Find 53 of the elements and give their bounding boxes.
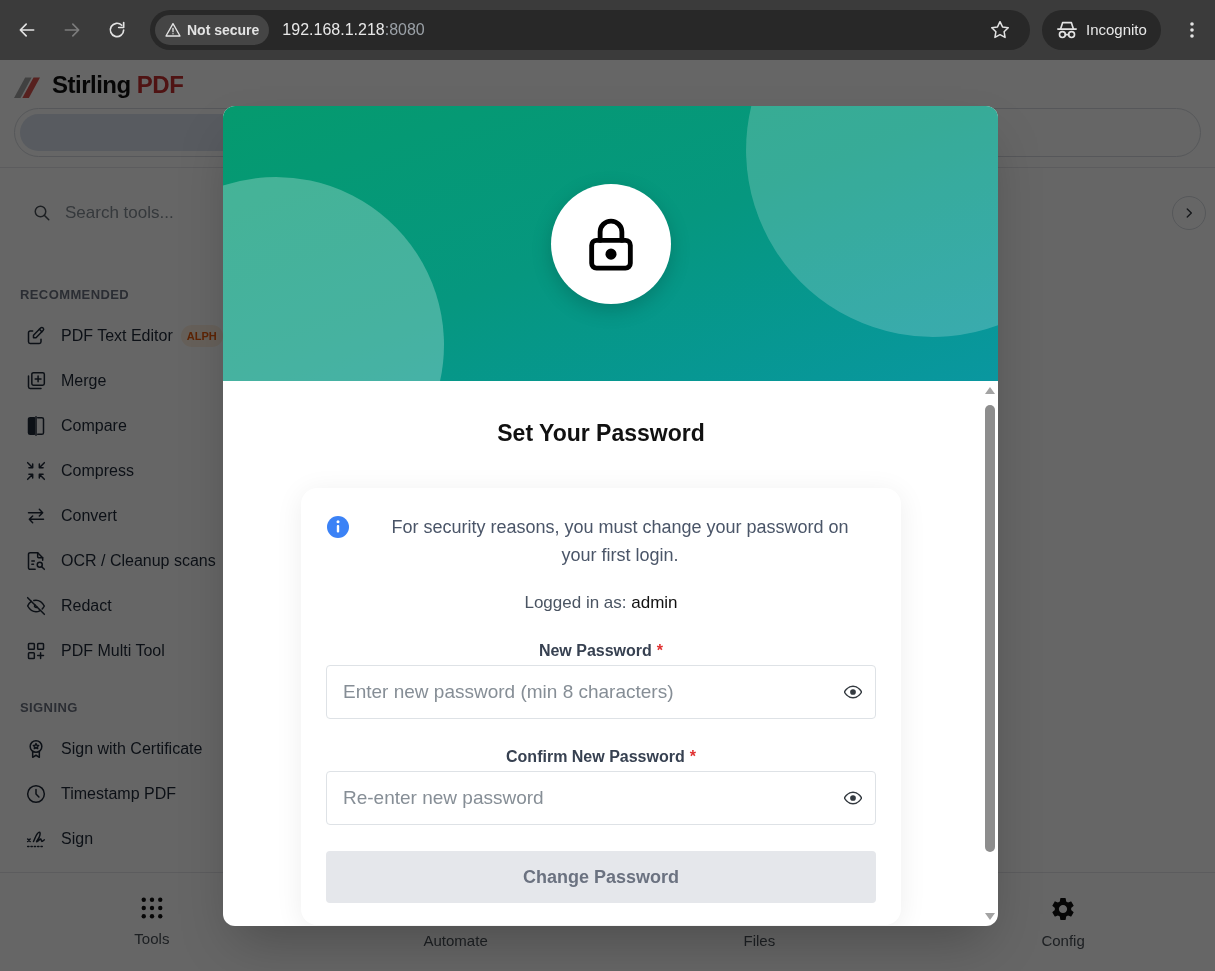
- hat-glasses-icon: [1056, 19, 1078, 41]
- password-field[interactable]: Re-enter new password: [326, 771, 876, 825]
- award-icon: [26, 738, 46, 759]
- password-field[interactable]: Enter new password (min 8 characters): [326, 665, 876, 719]
- address-bar[interactable]: Not secure 192.168.1.218:8080: [150, 10, 1030, 50]
- sidebar-item[interactable]: PDF Text Editor: [20, 323, 173, 348]
- scrollbar-thumb[interactable]: [985, 405, 995, 852]
- menu-icon[interactable]: [1190, 22, 1194, 38]
- back-arrow-icon[interactable]: [17, 20, 37, 40]
- nav-tab[interactable]: Tools: [134, 897, 170, 949]
- section-heading: RECOMMENDED: [20, 286, 130, 304]
- sidebar-item[interactable]: Compress: [20, 458, 134, 483]
- sidebar-item[interactable]: Compare: [20, 413, 127, 438]
- squares-plus-icon: [26, 640, 46, 661]
- eye-off-icon: [26, 595, 46, 616]
- eye-icon[interactable]: [844, 789, 862, 807]
- release-tag: ALPH: [180, 324, 223, 347]
- nav-tab[interactable]: Files: [743, 931, 776, 951]
- arrows-inward-icon: [26, 460, 46, 481]
- url-text[interactable]: 192.168.1.218:8080: [282, 18, 425, 42]
- notice-text: For security reasons, you must change your password on your first login.: [390, 516, 850, 567]
- sidebar-item[interactable]: PDF Multi Tool: [20, 638, 165, 663]
- split-panels-icon: [26, 415, 46, 436]
- login-info: Logged in as: admin: [524, 592, 678, 614]
- clock-icon: [26, 783, 46, 804]
- grid-dots-icon: [140, 897, 163, 919]
- logo-wordmark: Stirling PDF: [52, 70, 184, 100]
- eye-icon[interactable]: [844, 683, 862, 701]
- star-icon[interactable]: [990, 20, 1010, 40]
- document-search-icon: [26, 550, 46, 571]
- dialog-title: Set Your Password: [497, 419, 705, 448]
- pencil-square-icon: [26, 325, 46, 346]
- sidebar-item[interactable]: Timestamp PDF: [20, 781, 176, 806]
- profile-chip[interactable]: Incognito: [1042, 10, 1161, 50]
- sidebar-item[interactable]: Sign with Certificate: [20, 736, 203, 761]
- field-label: Confirm New Password *: [506, 747, 696, 767]
- search-icon: [33, 204, 51, 222]
- section-heading: SIGNING: [20, 699, 78, 717]
- submit-button: Change Password: [326, 851, 876, 903]
- sidebar-item[interactable]: Convert: [20, 503, 118, 528]
- field-label: New Password *: [538, 641, 664, 661]
- settings-icon: [1051, 897, 1076, 921]
- sidebar-item[interactable]: OCR / Cleanup scans: [20, 548, 216, 573]
- info-icon: [327, 516, 349, 538]
- sidebar-item[interactable]: Redact: [20, 593, 112, 618]
- layers-plus-icon: [26, 370, 46, 391]
- nav-tab[interactable]: Automate: [423, 931, 488, 951]
- security-chip[interactable]: Not secure: [155, 15, 270, 45]
- sidebar-item[interactable]: Merge: [20, 368, 107, 393]
- sidebar-item[interactable]: Sign: [20, 826, 94, 851]
- reload-icon[interactable]: [107, 20, 127, 40]
- nav-tab[interactable]: Config: [1041, 897, 1085, 951]
- warning-icon: [165, 22, 181, 38]
